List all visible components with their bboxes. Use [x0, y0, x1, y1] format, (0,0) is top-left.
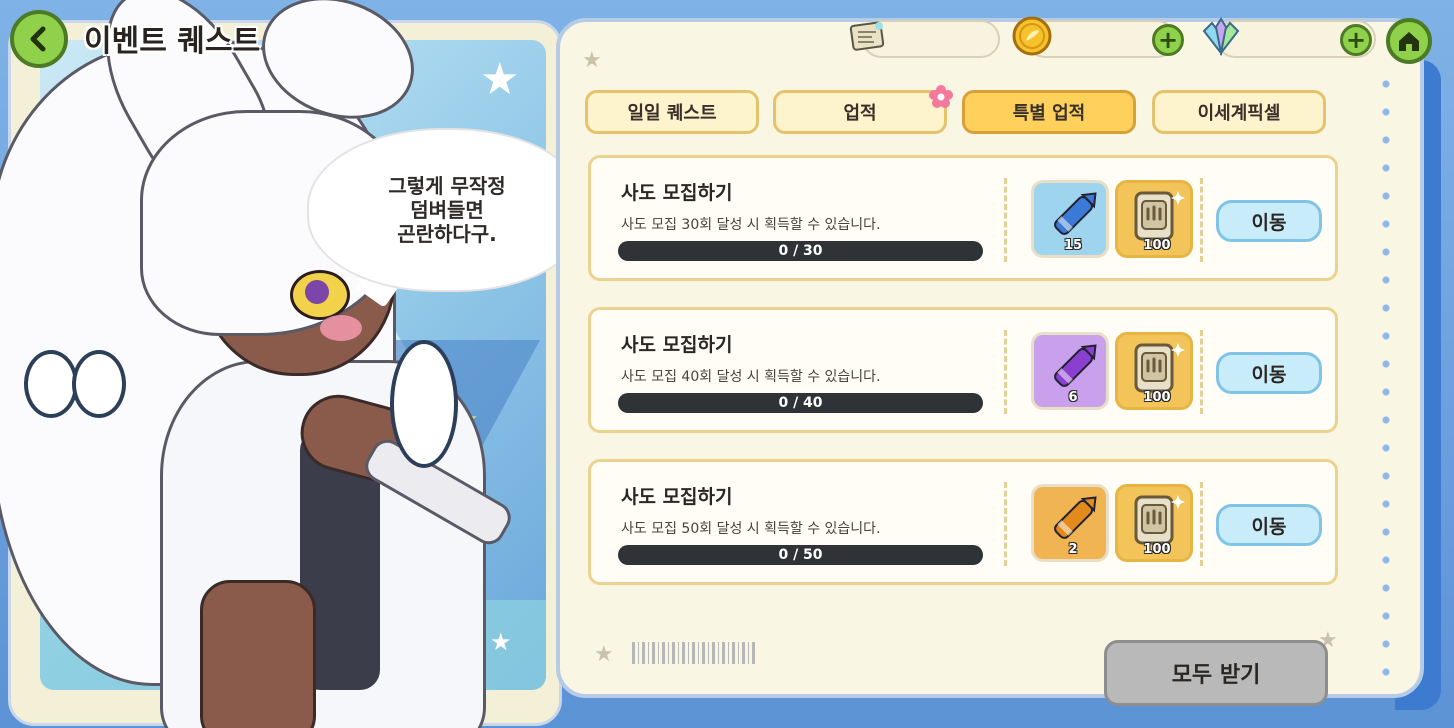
- quest-progress-bar: 0 / 40: [618, 393, 983, 413]
- go-button-label: 이동: [1251, 211, 1287, 234]
- quest-progress-bar: 0 / 50: [618, 545, 983, 565]
- go-button-label: 이동: [1251, 363, 1287, 386]
- flower-badge-icon: [928, 84, 954, 110]
- reward-count: 15: [1063, 238, 1083, 253]
- tab-label: 특별 업적: [1012, 103, 1086, 124]
- tab-label: 일일 퀘스트: [627, 103, 717, 124]
- reward-slot[interactable]: 2: [1031, 484, 1109, 562]
- quest-card: 사도 모집하기사도 모집 40회 달성 시 획득할 수 있습니다. 0 / 40 6…: [588, 307, 1338, 433]
- character-blush: [320, 315, 362, 341]
- quest-card: 사도 모집하기사도 모집 30회 달성 시 획득할 수 있습니다. 0 / 30 1…: [588, 155, 1338, 281]
- claim-all-button[interactable]: 모두 받기: [1104, 640, 1328, 706]
- home-button[interactable]: [1386, 18, 1432, 64]
- reward-slot[interactable]: 15: [1031, 180, 1109, 258]
- tab-otherworld-pixel[interactable]: 이세계픽셀: [1152, 90, 1326, 134]
- scroll-ticket-icon: [846, 16, 890, 56]
- character-pupil: [305, 280, 329, 304]
- quest-description: 사도 모집 40회 달성 시 획득할 수 있습니다.: [621, 369, 881, 385]
- claim-all-label: 모두 받기: [1171, 663, 1261, 688]
- speech-bubble: 그렇게 무작정 덤벼들면 곤란하다구.: [307, 128, 587, 292]
- divider: [1200, 330, 1203, 414]
- reward-count: 2: [1068, 542, 1078, 557]
- reward-slot[interactable]: 100: [1115, 484, 1193, 562]
- quest-card: 사도 모집하기사도 모집 50회 달성 시 획득할 수 있습니다. 0 / 50 2…: [588, 459, 1338, 585]
- quest-description: 사도 모집 30회 달성 시 획득할 수 있습니다.: [621, 217, 881, 233]
- divider: [1200, 178, 1203, 262]
- star-icon: ★: [582, 48, 602, 73]
- quest-title: 사도 모집하기: [621, 334, 733, 356]
- reward-slot[interactable]: 100: [1115, 180, 1193, 258]
- butterfly-icon: [24, 340, 126, 470]
- chevron-left-icon: [30, 26, 46, 52]
- star-icon: ★: [594, 642, 614, 667]
- speech-bubble-text: 그렇게 무작정 덤벼들면 곤란하다구.: [388, 174, 506, 246]
- quest-description: 사도 모집 50회 달성 시 획득할 수 있습니다.: [621, 521, 881, 537]
- tab-achievements[interactable]: 업적: [773, 90, 947, 134]
- tab-daily-quest[interactable]: 일일 퀘스트: [585, 90, 759, 134]
- go-button[interactable]: 이동: [1216, 352, 1322, 394]
- screen: ★ ★ ★ 그렇게 무작정 덤벼들면 곤란하다구. 이벤트 퀘스트: [0, 0, 1454, 728]
- reward-count: 100: [1143, 542, 1171, 557]
- add-gem-button[interactable]: +: [1340, 24, 1372, 56]
- divider: [1004, 482, 1007, 566]
- reward-slot[interactable]: 6: [1031, 332, 1109, 410]
- quest-progress-bar: 0 / 30: [618, 241, 983, 261]
- quest-progress-text: 0 / 40: [778, 395, 823, 411]
- home-icon: [1399, 32, 1419, 51]
- go-button[interactable]: 이동: [1216, 200, 1322, 242]
- quest-title: 사도 모집하기: [621, 182, 733, 204]
- reward-count: 100: [1143, 238, 1171, 253]
- star-icon: ★: [480, 54, 520, 105]
- tab-special-achievements[interactable]: 특별 업적: [962, 90, 1136, 134]
- gold-coin-icon: [1010, 14, 1054, 58]
- reward-count: 6: [1068, 390, 1078, 405]
- crystal-gem-icon: [1198, 14, 1244, 58]
- quest-title: 사도 모집하기: [621, 486, 733, 508]
- tab-label: 이세계픽셀: [1197, 103, 1281, 124]
- divider: [1004, 330, 1007, 414]
- tab-label: 업적: [843, 103, 877, 124]
- panel-dot-border: [1376, 70, 1396, 690]
- barcode-decoration: [632, 642, 756, 664]
- butterfly-icon: [390, 340, 458, 468]
- character-leg: [200, 580, 316, 728]
- reward-slot[interactable]: 100: [1115, 332, 1193, 410]
- go-button[interactable]: 이동: [1216, 504, 1322, 546]
- star-icon: ★: [490, 628, 512, 656]
- go-button-label: 이동: [1251, 515, 1287, 538]
- quest-progress-text: 0 / 30: [778, 243, 823, 259]
- page-title: 이벤트 퀘스트: [84, 24, 261, 59]
- divider: [1200, 482, 1203, 566]
- back-button[interactable]: [10, 10, 68, 68]
- quest-progress-text: 0 / 50: [778, 547, 823, 563]
- add-gold-button[interactable]: +: [1152, 24, 1184, 56]
- reward-count: 100: [1143, 390, 1171, 405]
- divider: [1004, 178, 1007, 262]
